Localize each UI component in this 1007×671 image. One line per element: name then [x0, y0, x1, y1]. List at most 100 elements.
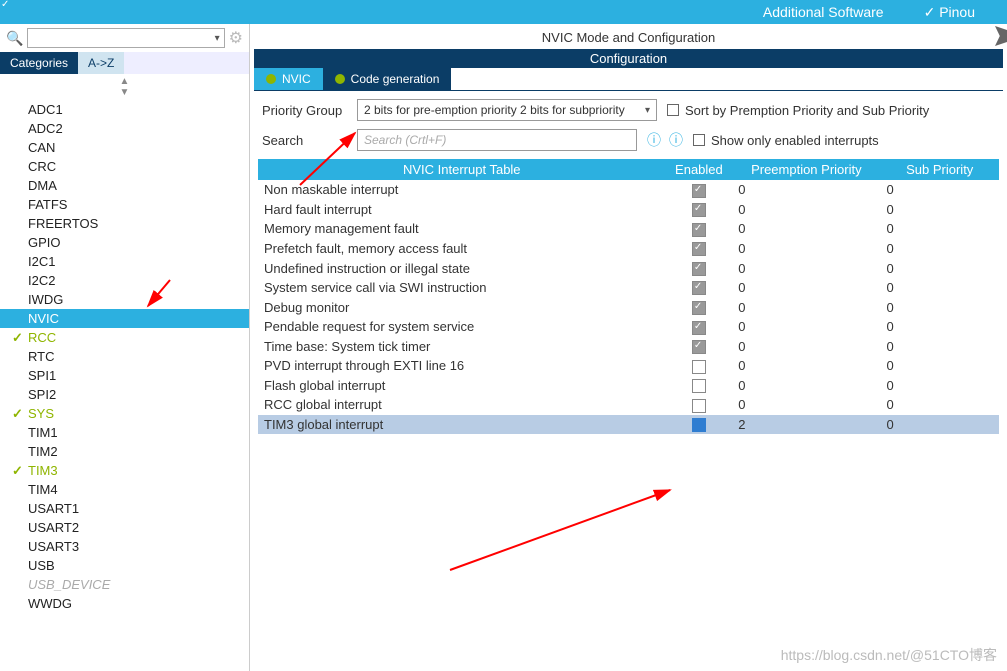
cell-preempt[interactable]: 0: [732, 219, 880, 239]
enabled-checkbox[interactable]: [692, 301, 706, 315]
cell-sub[interactable]: 0: [880, 219, 999, 239]
cell-preempt[interactable]: 0: [732, 180, 880, 200]
enabled-checkbox[interactable]: [692, 321, 706, 335]
table-row[interactable]: Flash global interrupt00: [258, 376, 999, 396]
cell-sub[interactable]: 0: [880, 317, 999, 337]
cell-preempt[interactable]: 0: [732, 297, 880, 317]
col-name[interactable]: NVIC Interrupt Table: [258, 159, 666, 180]
table-row[interactable]: Pendable request for system service00: [258, 317, 999, 337]
sidebar-item-usb[interactable]: USB: [0, 556, 249, 575]
cell-sub[interactable]: 0: [880, 297, 999, 317]
tab-az[interactable]: A->Z: [78, 52, 124, 74]
cell-preempt[interactable]: 0: [732, 337, 880, 357]
table-row[interactable]: TIM3 global interrupt20: [258, 415, 999, 435]
cell-sub[interactable]: 0: [880, 356, 999, 376]
gear-icon[interactable]: ⚙: [229, 28, 243, 48]
search-input[interactable]: Search (Crtl+F): [357, 129, 637, 151]
sidebar-item-can[interactable]: CAN: [0, 138, 249, 157]
sidebar-item-dma[interactable]: DMA: [0, 176, 249, 195]
cell-preempt[interactable]: 0: [732, 376, 880, 396]
sidebar-item-tim3[interactable]: TIM3: [0, 461, 249, 480]
sidebar-item-fatfs[interactable]: FATFS: [0, 195, 249, 214]
cell-preempt[interactable]: 0: [732, 239, 880, 259]
cell-sub[interactable]: 0: [880, 239, 999, 259]
enabled-checkbox[interactable]: [692, 184, 706, 198]
col-preempt[interactable]: Preemption Priority: [732, 159, 880, 180]
sidebar-item-tim4[interactable]: TIM4: [0, 480, 249, 499]
sort-indicator-icon[interactable]: ▲▼: [0, 74, 249, 100]
table-row[interactable]: System service call via SWI instruction0…: [258, 278, 999, 298]
sidebar-item-crc[interactable]: CRC: [0, 157, 249, 176]
cell-preempt[interactable]: 2: [732, 415, 880, 435]
sidebar-item-tim1[interactable]: TIM1: [0, 423, 249, 442]
sidebar-item-tim2[interactable]: TIM2: [0, 442, 249, 461]
search-prev-icon[interactable]: ⓘ: [647, 130, 661, 150]
sidebar-item-usart1[interactable]: USART1: [0, 499, 249, 518]
sidebar-item-adc1[interactable]: ADC1: [0, 100, 249, 119]
enabled-checkbox[interactable]: [692, 379, 706, 393]
table-row[interactable]: PVD interrupt through EXTI line 1600: [258, 356, 999, 376]
tab-categories[interactable]: Categories: [0, 52, 78, 74]
sidebar-item-spi1[interactable]: SPI1: [0, 366, 249, 385]
cell-sub[interactable]: 0: [880, 395, 999, 415]
enabled-checkbox[interactable]: [692, 360, 706, 374]
table-row[interactable]: Hard fault interrupt00: [258, 200, 999, 220]
pinout-tab[interactable]: ✓ Pinou: [904, 2, 995, 23]
cell-sub[interactable]: 0: [880, 415, 999, 435]
sidebar-item-gpio[interactable]: GPIO: [0, 233, 249, 252]
search-icon[interactable]: 🔍: [6, 30, 23, 47]
priority-group-dropdown[interactable]: 2 bits for pre-emption priority 2 bits f…: [357, 99, 657, 121]
sidebar-item-wwdg[interactable]: WWDG: [0, 594, 249, 613]
table-row[interactable]: Undefined instruction or illegal state00: [258, 258, 999, 278]
enabled-checkbox[interactable]: [692, 418, 706, 432]
table-row[interactable]: Memory management fault00: [258, 219, 999, 239]
table-row[interactable]: RCC global interrupt00: [258, 395, 999, 415]
search-next-icon[interactable]: ⓘ: [669, 130, 683, 150]
status-dot-icon: [266, 74, 276, 84]
enabled-checkbox[interactable]: [692, 340, 706, 354]
table-row[interactable]: Time base: System tick timer00: [258, 337, 999, 357]
sidebar-item-spi2[interactable]: SPI2: [0, 385, 249, 404]
sidebar-item-adc2[interactable]: ADC2: [0, 119, 249, 138]
sidebar-item-sys[interactable]: SYS: [0, 404, 249, 423]
enabled-checkbox[interactable]: [692, 281, 706, 295]
enabled-checkbox[interactable]: [692, 262, 706, 276]
additional-software-tab[interactable]: Additional Software: [743, 2, 904, 22]
sort-by-priority-checkbox[interactable]: Sort by Premption Priority and Sub Prior…: [667, 103, 929, 118]
cell-preempt[interactable]: 0: [732, 258, 880, 278]
cell-sub[interactable]: 0: [880, 180, 999, 200]
cell-sub[interactable]: 0: [880, 376, 999, 396]
table-row[interactable]: Prefetch fault, memory access fault00: [258, 239, 999, 259]
enabled-checkbox[interactable]: [692, 223, 706, 237]
sidebar-item-freertos[interactable]: FREERTOS: [0, 214, 249, 233]
cell-preempt[interactable]: 0: [732, 278, 880, 298]
cell-sub[interactable]: 0: [880, 200, 999, 220]
cell-sub[interactable]: 0: [880, 278, 999, 298]
enabled-checkbox[interactable]: [692, 399, 706, 413]
table-row[interactable]: Non maskable interrupt00: [258, 180, 999, 200]
sidebar-item-usb_device[interactable]: USB_DEVICE: [0, 575, 249, 594]
cell-preempt[interactable]: 0: [732, 317, 880, 337]
cell-preempt[interactable]: 0: [732, 200, 880, 220]
cell-sub[interactable]: 0: [880, 258, 999, 278]
sidebar-item-iwdg[interactable]: IWDG: [0, 290, 249, 309]
sidebar-item-usart3[interactable]: USART3: [0, 537, 249, 556]
subtab-codegen[interactable]: Code generation: [323, 68, 452, 90]
cell-preempt[interactable]: 0: [732, 356, 880, 376]
sidebar-item-i2c2[interactable]: I2C2: [0, 271, 249, 290]
sidebar-item-rcc[interactable]: RCC: [0, 328, 249, 347]
table-row[interactable]: Debug monitor00: [258, 297, 999, 317]
sidebar-combo[interactable]: ▾: [27, 28, 224, 48]
col-enabled[interactable]: Enabled: [666, 159, 733, 180]
sidebar-item-rtc[interactable]: RTC: [0, 347, 249, 366]
enabled-checkbox[interactable]: [692, 203, 706, 217]
enabled-checkbox[interactable]: [692, 242, 706, 256]
cell-preempt[interactable]: 0: [732, 395, 880, 415]
sidebar-item-nvic[interactable]: NVIC: [0, 309, 249, 328]
sidebar-item-i2c1[interactable]: I2C1: [0, 252, 249, 271]
col-sub[interactable]: Sub Priority: [880, 159, 999, 180]
sidebar-item-usart2[interactable]: USART2: [0, 518, 249, 537]
subtab-nvic[interactable]: NVIC: [254, 68, 323, 90]
cell-sub[interactable]: 0: [880, 337, 999, 357]
show-enabled-checkbox[interactable]: Show only enabled interrupts: [693, 133, 879, 148]
